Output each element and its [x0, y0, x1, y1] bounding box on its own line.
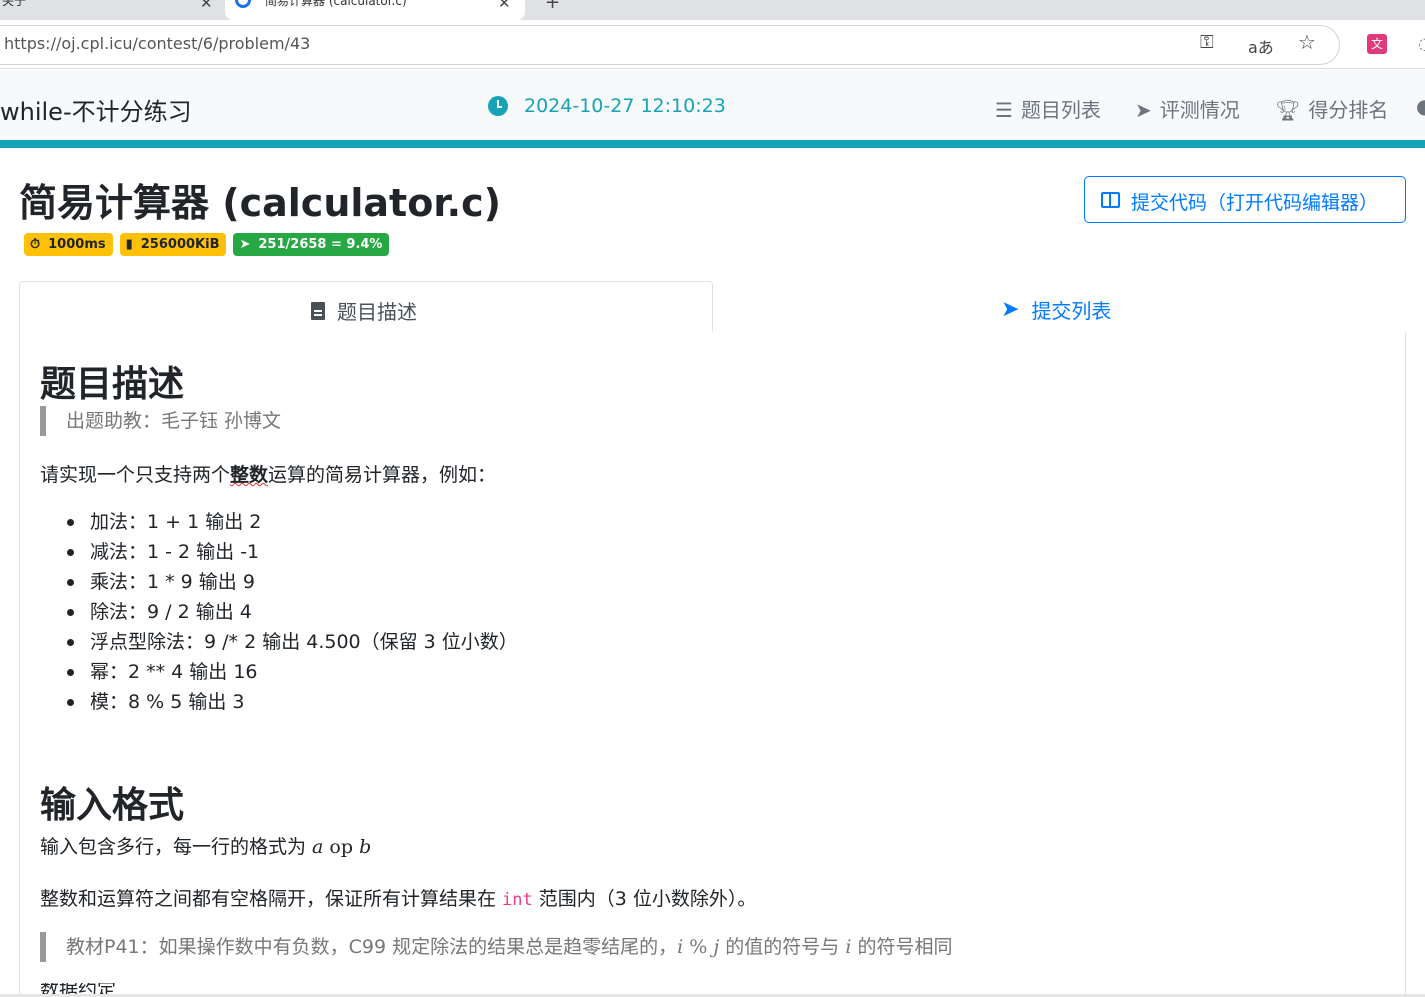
tab-submissions[interactable]: ➤ 提交列表	[713, 281, 1406, 333]
nav-judge-status[interactable]: ➤ 评测情况	[1135, 94, 1240, 123]
range-paragraph: 整数和运算符之间都有空格隔开，保证所有计算结果在 int 范围内（3 位小数除外…	[40, 884, 756, 911]
list-item: 除法：9 / 2 输出 4	[66, 600, 518, 630]
nav-label: 题目列表	[1020, 98, 1101, 122]
input-format-paragraph: 输入包含多行，每一行的格式为 a op b	[40, 832, 371, 859]
intro-paragraph: 请实现一个只支持两个整数运算的简易计算器，例如：	[40, 460, 496, 487]
examples-list: 加法：1 + 1 输出 2 减法：1 - 2 输出 -1 乘法：1 * 9 输出…	[66, 510, 518, 720]
badge-text: 256000KiB	[140, 237, 220, 252]
list-item: 加法：1 + 1 输出 2	[66, 510, 518, 540]
site-navbar: while-不计分练习 2024-10-27 12:10:23 ☰ 题目列表 ➤ 评…	[0, 70, 1425, 140]
editor-icon	[1101, 192, 1120, 208]
key-icon[interactable]: ⚿	[1200, 32, 1214, 53]
paper-plane-icon: ➤	[1135, 98, 1152, 122]
math-var: a	[312, 836, 324, 858]
memory-limit-badge: ▮ 256000KiB	[119, 233, 227, 256]
list-icon: ☰	[995, 98, 1013, 122]
clock-icon	[488, 96, 508, 116]
math-var: b	[359, 836, 372, 858]
close-icon[interactable]: ✕	[200, 0, 213, 12]
browser-tab-about[interactable]: 关于 ✕	[0, 0, 225, 20]
math-op: op	[323, 836, 360, 858]
site-favicon-icon	[235, 0, 251, 8]
text: 的符号相同	[851, 936, 953, 958]
description-heading: 题目描述	[40, 364, 185, 405]
authors-quote: 出题助教：毛子钰 孙博文	[40, 406, 281, 436]
text: 范围内（3 位小数除外）。	[532, 888, 757, 910]
user-icon[interactable]: ●	[1416, 94, 1425, 118]
textbook-note-quote: 教材P41：如果操作数中有负数，C99 规定除法的结果总是趋零结尾的，i % j…	[40, 932, 952, 962]
memory-icon: ▮	[125, 237, 133, 252]
badge-text: 1000ms	[48, 237, 106, 252]
list-item: 乘法：1 * 9 输出 9	[66, 570, 518, 600]
list-item: 减法：1 - 2 输出 -1	[66, 540, 518, 570]
time-limit-badge: ⏱ 1000ms	[24, 233, 113, 256]
browser-tab-strip: 关于 ✕ 简易计算器 (calculator.c) ✕ +	[0, 0, 1425, 20]
nav-problem-list[interactable]: ☰ 题目列表	[995, 94, 1101, 123]
text: 整数和运算符之间都有空格隔开，保证所有计算结果在	[40, 888, 503, 910]
text: 教材P41：如果操作数中有负数，C99 规定除法的结果总是趋零结尾的，	[66, 936, 678, 958]
list-item: 模：8 % 5 输出 3	[66, 690, 518, 720]
inline-code: int	[502, 890, 533, 910]
emphasis-text: 整数	[230, 464, 269, 486]
contest-time: 2024-10-27 12:10:23	[524, 95, 726, 117]
tab-description[interactable]: 题目描述	[19, 281, 713, 333]
list-item: 幂：2 ** 4 输出 16	[66, 660, 518, 690]
problem-badges: ⏱ 1000ms ▮ 256000KiB ➤ 251/2658 = 9.4%	[24, 233, 390, 256]
stopwatch-icon: ⏱	[30, 237, 41, 252]
badge-text: 251/2658 = 9.4%	[258, 237, 383, 252]
contest-brand[interactable]: while-不计分练习	[0, 92, 192, 127]
browser-menu-edge-icon[interactable]: ◌	[1418, 34, 1425, 53]
paper-plane-icon: ➤	[239, 237, 251, 252]
tab-label: 题目描述	[337, 300, 417, 324]
close-icon[interactable]: ✕	[498, 0, 511, 12]
problem-title: 简易计算器 (calculator.c)	[19, 181, 501, 225]
paper-plane-icon: ➤	[1001, 297, 1020, 322]
browser-tab-title: 关于	[2, 0, 27, 8]
nav-label: 得分排名	[1308, 98, 1389, 122]
input-format-heading: 输入格式	[40, 785, 185, 826]
text: 运算的简易计算器，例如：	[268, 464, 497, 486]
submit-code-label: 提交代码（打开代码编辑器）	[1131, 192, 1379, 214]
math-op: %	[683, 936, 714, 958]
problem-tabs: 题目描述 ➤ 提交列表	[19, 281, 1406, 333]
navbar-accent-bar	[0, 140, 1425, 148]
text: 输入包含多行，每一行的格式为	[40, 836, 313, 858]
translate-extension-icon[interactable]: 文A	[1367, 34, 1387, 71]
acceptance-badge: ➤ 251/2658 = 9.4%	[233, 233, 390, 256]
nav-rankings[interactable]: 🏆︎ 得分排名	[1275, 94, 1388, 123]
read-aloud-icon[interactable]: aあ	[1248, 34, 1274, 58]
nav-label: 评测情况	[1159, 98, 1240, 122]
submit-code-button[interactable]: 提交代码（打开代码编辑器）	[1084, 176, 1406, 223]
document-icon	[311, 301, 325, 320]
list-item: 浮点型除法：9 /* 2 输出 4.500（保留 3 位小数）	[66, 630, 518, 660]
tab-label: 提交列表	[1031, 299, 1112, 323]
new-tab-button[interactable]: +	[545, 0, 560, 13]
browser-tab-active[interactable]: 简易计算器 (calculator.c) ✕	[225, 0, 525, 20]
address-bar: https://oj.cpl.icu/contest/6/problem/43 …	[0, 20, 1425, 69]
trophy-icon: 🏆︎	[1275, 98, 1301, 122]
text: 的值的符号与	[719, 936, 846, 958]
url-field[interactable]: https://oj.cpl.icu/contest/6/problem/43	[4, 34, 310, 53]
favorite-star-icon[interactable]: ☆	[1298, 30, 1316, 54]
browser-tab-title: 简易计算器 (calculator.c)	[265, 0, 407, 8]
text: 请实现一个只支持两个	[40, 464, 231, 486]
